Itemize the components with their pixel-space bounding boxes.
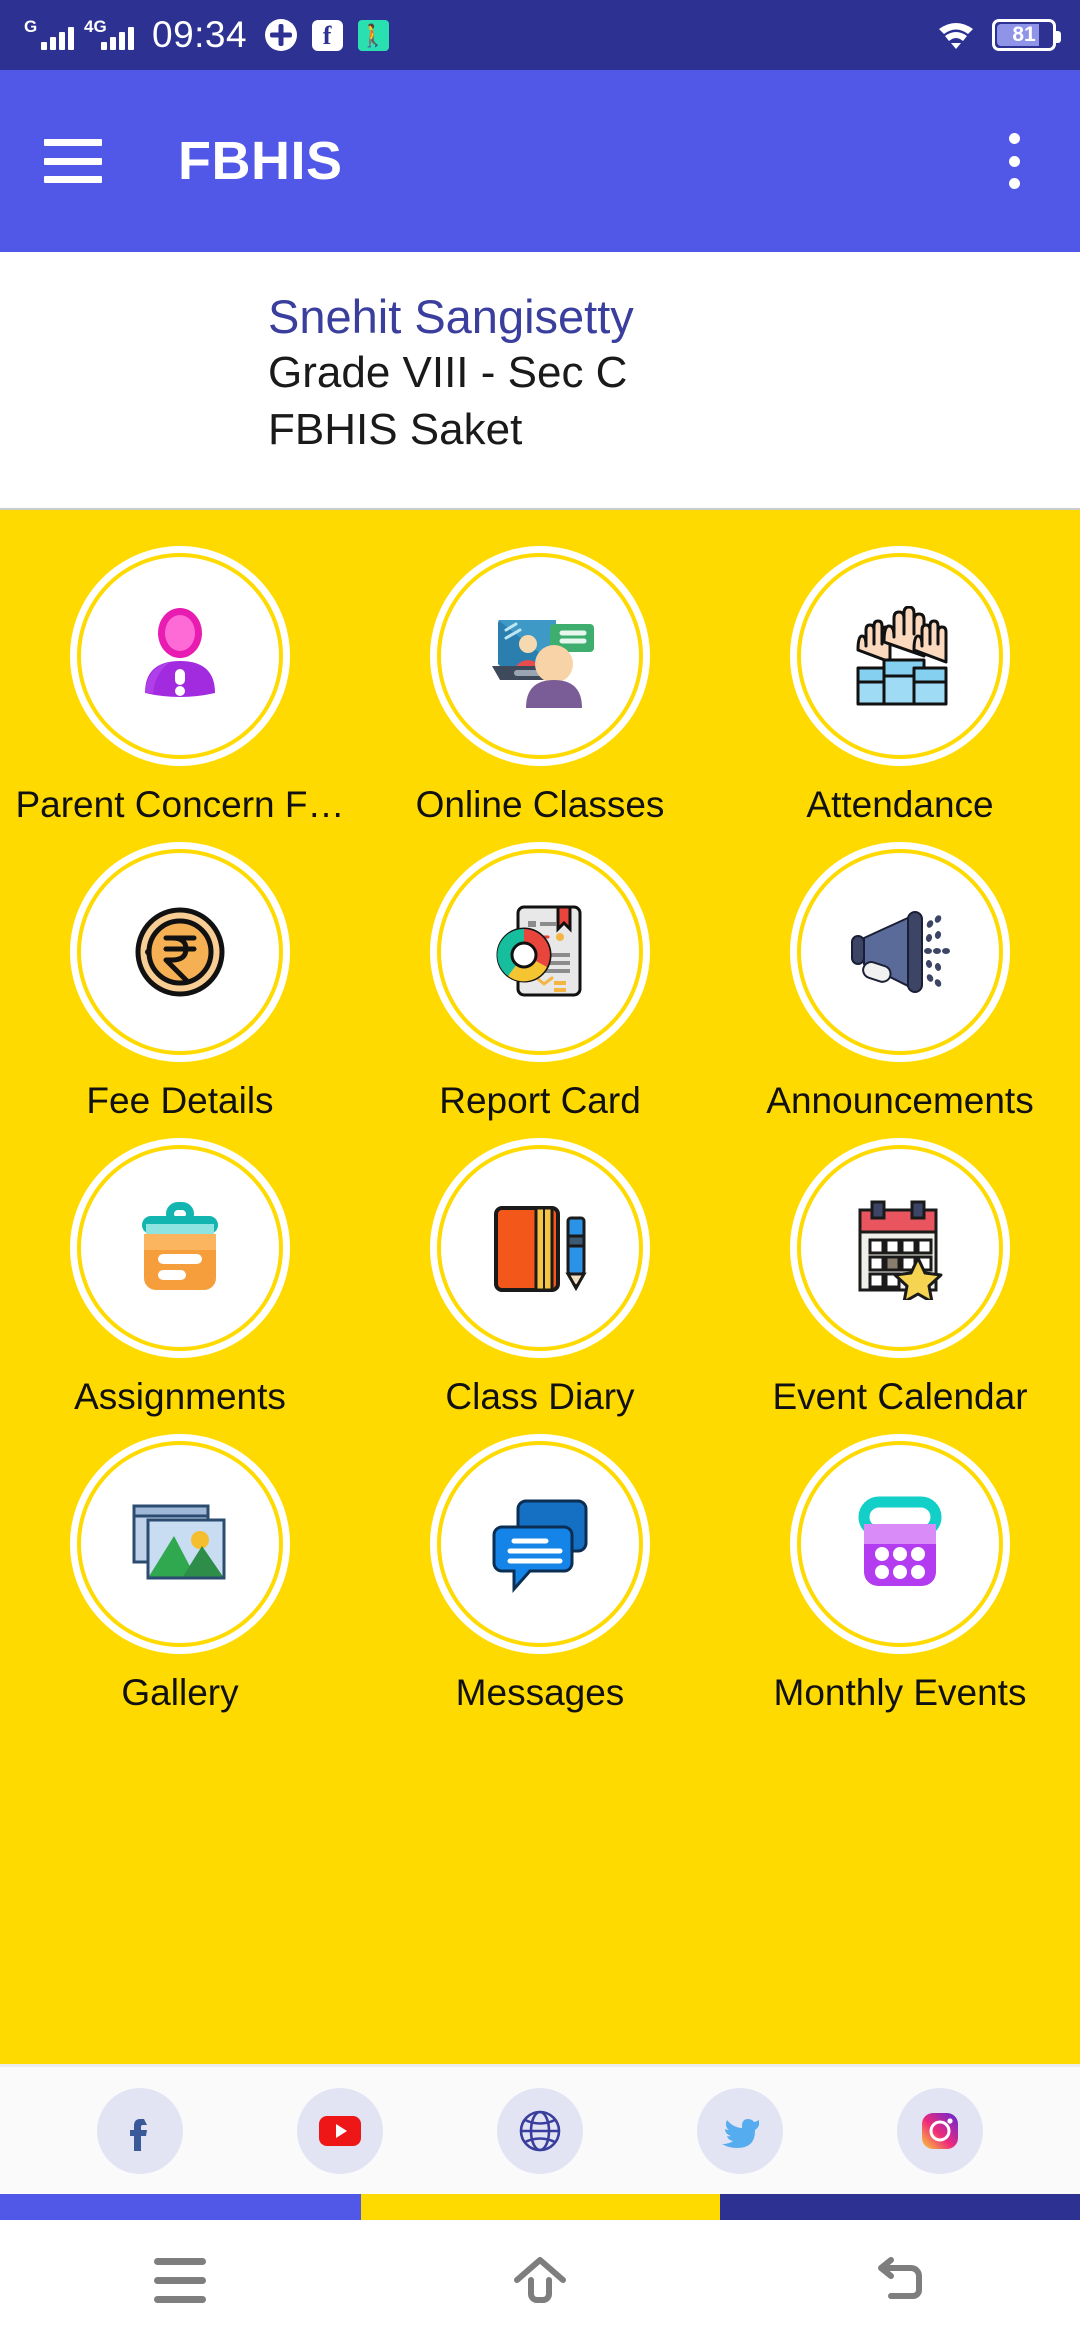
battery-icon: 81	[992, 19, 1061, 51]
tile-icon-circle	[74, 550, 286, 762]
student-grade: Grade VIII - Sec C	[268, 348, 628, 398]
fitness-icon	[355, 17, 391, 53]
signal-strength-icon-2: 4G	[84, 17, 134, 50]
event-calendar-icon	[858, 1200, 943, 1300]
tile-label: Class Diary	[445, 1376, 635, 1417]
messages-icon	[492, 1499, 588, 1593]
tile-icon-circle	[794, 1438, 1006, 1650]
home-icon[interactable]	[480, 2235, 600, 2325]
status-bar-left: G 4G 09:34 f	[24, 14, 391, 56]
tile-icon-circle	[434, 1438, 646, 1650]
kebab-menu-icon[interactable]	[992, 133, 1036, 189]
tile-label: Assignments	[74, 1376, 286, 1417]
globe-icon	[519, 2110, 561, 2151]
tile-label: Event Calendar	[772, 1376, 1028, 1417]
social-links-bar	[0, 2064, 1080, 2194]
tile-gallery[interactable]: Gallery	[0, 1424, 360, 1714]
tile-attendance[interactable]: Attendance	[720, 536, 1080, 826]
signal-strength-icon-1: G	[24, 17, 74, 50]
attendance-icon	[856, 606, 948, 706]
recents-icon[interactable]	[120, 2235, 240, 2325]
social-link-website[interactable]	[497, 2087, 583, 2174]
tricolor-segment-yellow	[360, 2194, 721, 2220]
hamburger-icon[interactable]	[44, 139, 102, 183]
tricolor-segment-navy	[720, 2194, 1080, 2220]
tile-label: Gallery	[121, 1672, 239, 1713]
back-icon[interactable]	[840, 2235, 960, 2325]
tile-label: Fee Details	[86, 1080, 274, 1121]
social-link-youtube[interactable]	[297, 2087, 383, 2174]
fee-details-icon	[135, 907, 225, 997]
app-bar: FBHIS	[0, 70, 1080, 252]
menu-grid: Parent Concern F… Online Classes Attenda…	[0, 536, 1080, 1714]
tile-assignments[interactable]: Assignments	[0, 1128, 360, 1418]
tile-label: Attendance	[806, 784, 994, 825]
monthly-events-icon	[858, 1496, 942, 1586]
tile-icon-circle	[794, 550, 1006, 762]
parent-concern-icon	[145, 608, 215, 697]
tile-label: Parent Concern F…	[15, 784, 345, 825]
tile-icon-circle	[434, 550, 646, 762]
tile-monthly-events[interactable]: Monthly Events	[720, 1424, 1080, 1714]
tile-parent-concern[interactable]: Parent Concern F…	[0, 536, 360, 826]
facebook-icon	[130, 2118, 147, 2151]
battery-percent-label: 81	[1012, 23, 1036, 46]
youtube-icon	[319, 2115, 361, 2146]
tile-icon-circle	[794, 846, 1006, 1058]
network-type-label-1: G	[24, 17, 38, 36]
tile-report-card[interactable]: Report Card	[360, 832, 720, 1122]
android-nav-bar	[0, 2220, 1080, 2340]
gallery-icon	[132, 1504, 226, 1580]
tile-icon-circle	[74, 1142, 286, 1354]
tile-label: Online Classes	[415, 784, 665, 825]
status-bar-clock: 09:34	[152, 14, 248, 55]
tile-label: Report Card	[439, 1080, 641, 1121]
tile-class-diary[interactable]: Class Diary	[360, 1128, 720, 1418]
student-info: Snehit Sangisetty Grade VIII - Sec C FBH…	[0, 252, 1080, 510]
instagram-icon	[922, 2112, 958, 2149]
phone-screen: G 4G 09:34 f 81	[0, 0, 1080, 2340]
online-classes-icon	[492, 620, 594, 708]
facebook-icon: f	[309, 17, 345, 53]
tile-announcements[interactable]: Announcements	[720, 832, 1080, 1122]
tile-label: Messages	[455, 1672, 625, 1713]
menu-grid-container: Parent Concern F… Online Classes Attenda…	[0, 510, 1080, 2064]
status-bar: G 4G 09:34 f 81	[0, 0, 1080, 70]
tile-online-classes[interactable]: Online Classes	[360, 536, 720, 826]
report-card-icon	[496, 905, 582, 997]
network-type-label-2: 4G	[84, 17, 107, 36]
tile-fee-details[interactable]: Fee Details	[0, 832, 360, 1122]
assignments-icon	[142, 1202, 218, 1290]
tricolor-strip	[0, 2194, 1080, 2220]
tile-icon-circle	[434, 1142, 646, 1354]
wifi-icon	[936, 20, 976, 50]
student-name: Snehit Sangisetty	[268, 290, 634, 343]
twitter-icon	[722, 2118, 759, 2148]
class-diary-icon	[494, 1206, 587, 1292]
app-title: FBHIS	[178, 131, 343, 191]
social-link-instagram[interactable]	[897, 2087, 983, 2174]
tile-label: Announcements	[766, 1080, 1034, 1121]
status-bar-right: 81	[936, 19, 1061, 51]
social-link-facebook[interactable]	[97, 2087, 183, 2174]
tile-label: Monthly Events	[773, 1672, 1027, 1713]
tile-icon-circle	[74, 1438, 286, 1650]
tricolor-segment-blue	[0, 2194, 361, 2220]
student-school: FBHIS Saket	[268, 404, 523, 454]
announcements-icon	[851, 911, 950, 993]
flower-icon	[263, 17, 299, 53]
tile-messages[interactable]: Messages	[360, 1424, 720, 1714]
tile-event-calendar[interactable]: Event Calendar	[720, 1128, 1080, 1418]
tile-icon-circle	[794, 1142, 1006, 1354]
tile-icon-circle	[434, 846, 646, 1058]
social-link-twitter[interactable]	[697, 2087, 783, 2174]
tile-icon-circle	[74, 846, 286, 1058]
